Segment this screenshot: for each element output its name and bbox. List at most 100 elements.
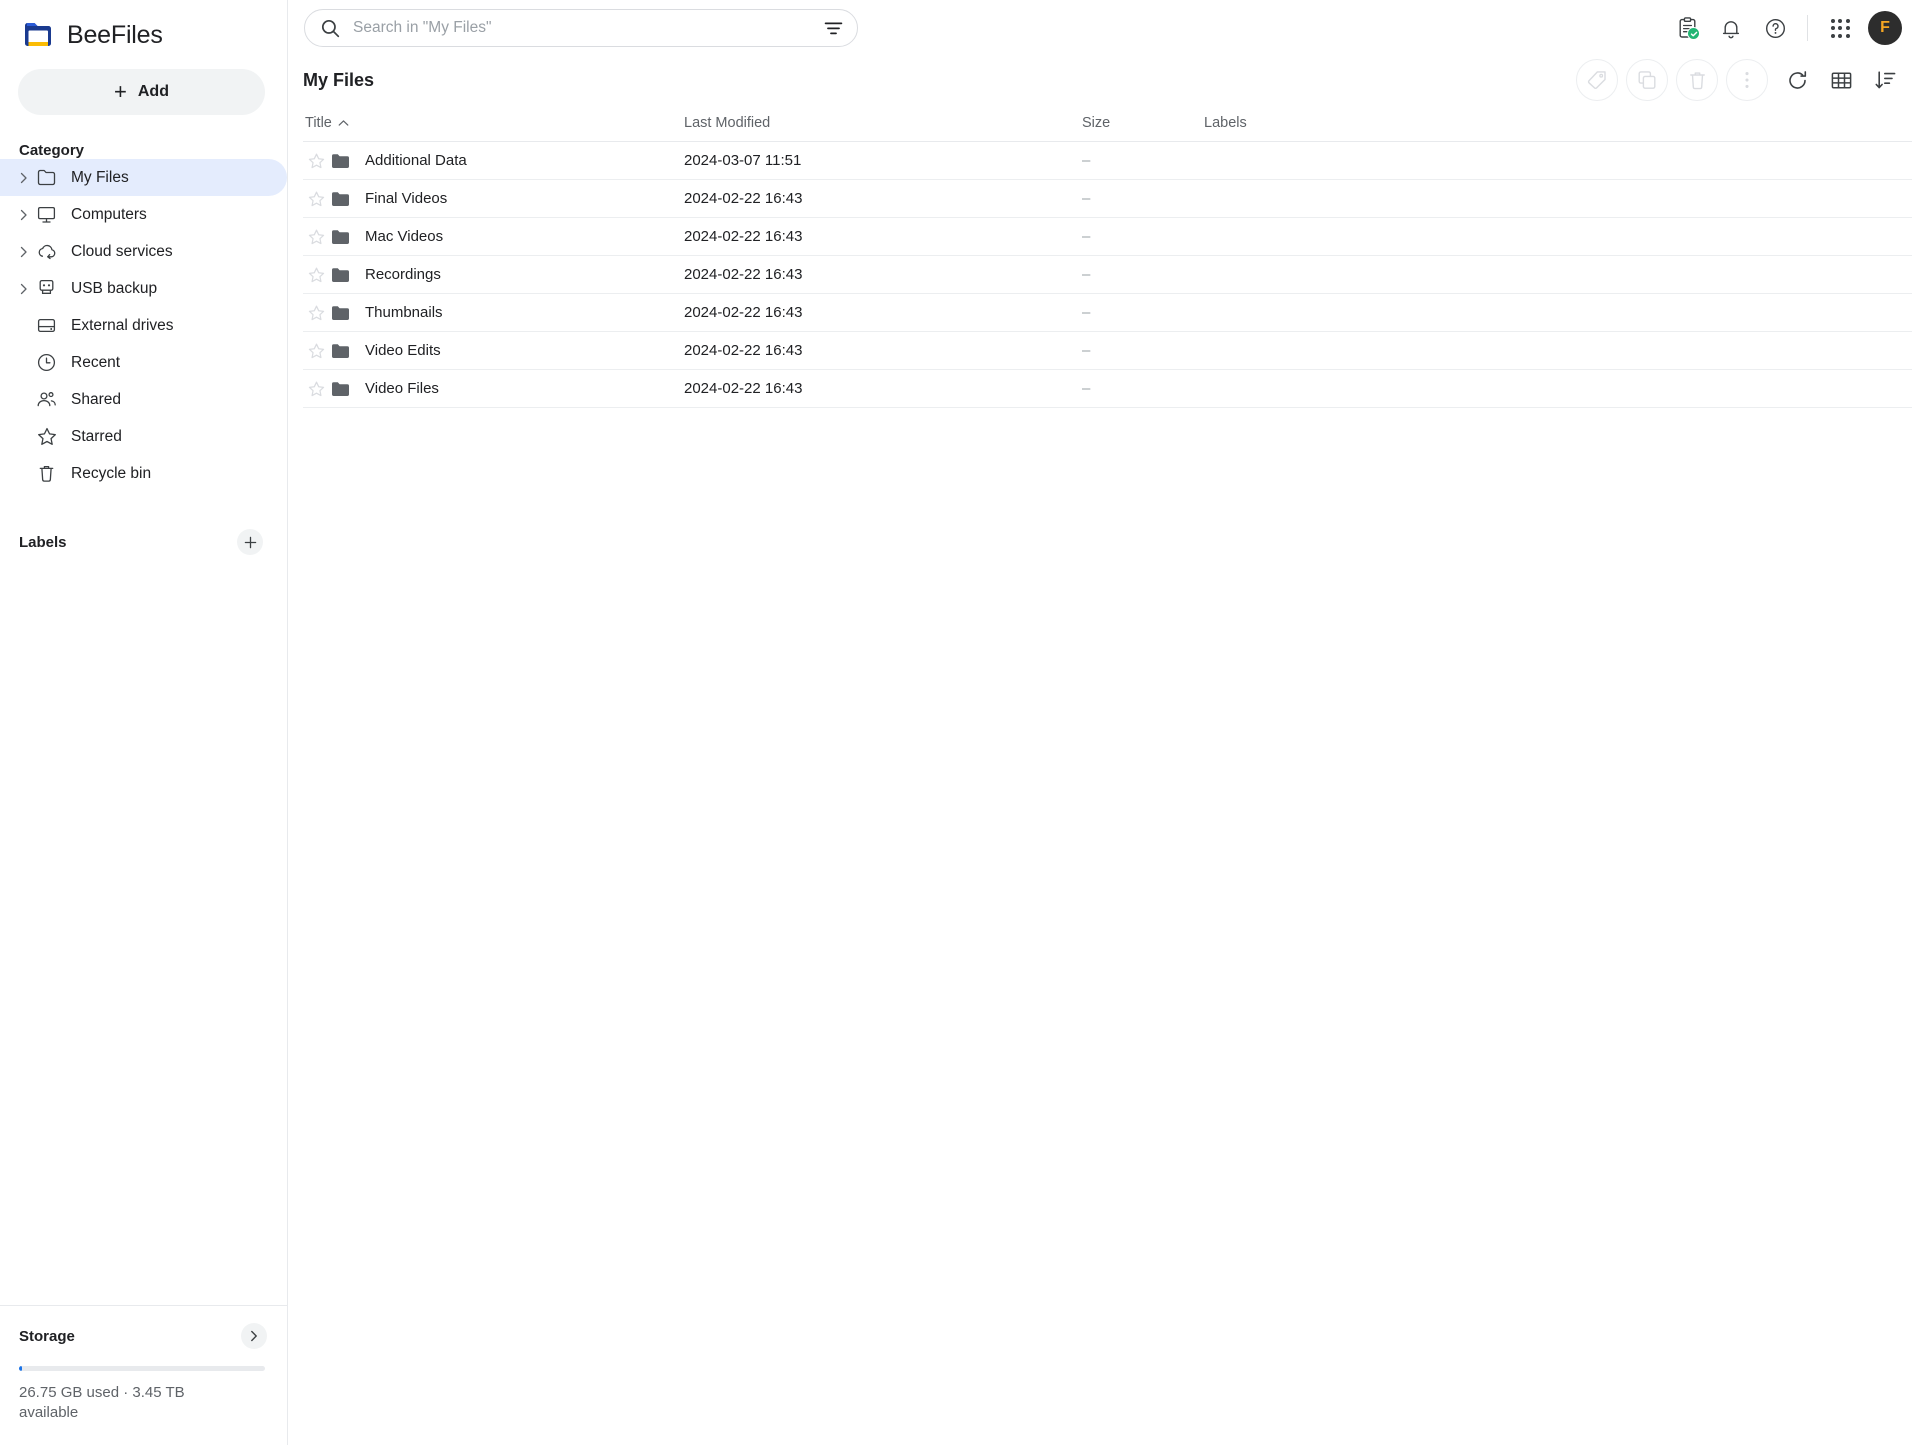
- cloud-sync-icon: [34, 243, 59, 260]
- column-header-title[interactable]: Title: [303, 115, 684, 131]
- column-header-label: Size: [1082, 114, 1111, 131]
- labels-heading: Labels: [19, 533, 67, 551]
- sidebar-item-starred[interactable]: Starred: [0, 418, 287, 455]
- table-row[interactable]: Video Files 2024-02-22 16:43 –: [303, 370, 1912, 408]
- chevron-up-icon: [338, 115, 349, 131]
- chevron-right-icon[interactable]: [14, 283, 34, 295]
- file-name: Final Videos: [365, 190, 448, 207]
- sidebar-item-recent[interactable]: Recent: [0, 344, 287, 381]
- page-toolbar: [1576, 59, 1906, 101]
- sidebar-item-usb-backup[interactable]: USB backup: [0, 270, 287, 307]
- toolbar-divider: [1807, 15, 1808, 41]
- sidebar-item-label: External drives: [71, 316, 174, 334]
- sidebar-nav: My Files Computers Cloud services USB ba…: [0, 159, 287, 492]
- top-bar: F: [288, 0, 1920, 56]
- clock-icon: [34, 353, 59, 372]
- folder-logo-icon: [22, 20, 54, 50]
- sidebar-item-shared[interactable]: Shared: [0, 381, 287, 418]
- avatar[interactable]: F: [1868, 11, 1902, 45]
- file-table: Title Last Modified Size Labels Addition…: [288, 104, 1920, 408]
- star-outline-icon[interactable]: [303, 305, 329, 321]
- table-row[interactable]: Additional Data 2024-03-07 11:51 –: [303, 142, 1912, 180]
- sidebar-item-my-files[interactable]: My Files: [0, 159, 287, 196]
- more-vertical-icon: [1726, 59, 1768, 101]
- table-row[interactable]: Video Edits 2024-02-22 16:43 –: [303, 332, 1912, 370]
- folder-filled-icon: [331, 305, 355, 321]
- tag-icon: [1576, 59, 1618, 101]
- people-icon: [34, 391, 59, 408]
- sidebar-item-label: Computers: [71, 205, 147, 223]
- trash-icon: [34, 464, 59, 483]
- folder-filled-icon: [331, 381, 355, 397]
- sidebar-item-computers[interactable]: Computers: [0, 196, 287, 233]
- sidebar-item-label: Shared: [71, 390, 121, 408]
- file-name: Recordings: [365, 266, 441, 283]
- search-bar[interactable]: [304, 9, 858, 47]
- filter-icon[interactable]: [824, 21, 843, 36]
- sidebar-item-label: Cloud services: [71, 242, 173, 260]
- activity-icon[interactable]: [1665, 6, 1709, 50]
- apps-grid-icon[interactable]: [1818, 6, 1862, 50]
- sidebar-item-label: Recycle bin: [71, 464, 152, 482]
- computer-icon: [34, 206, 59, 224]
- chevron-right-icon[interactable]: [241, 1323, 267, 1350]
- storage-progress-bar: [19, 1366, 265, 1372]
- storage-heading: Storage: [19, 1327, 75, 1345]
- labels-section-header: Labels: [0, 525, 287, 559]
- file-size: –: [1082, 380, 1091, 397]
- file-modified: 2024-02-22 16:43: [684, 342, 803, 359]
- search-input[interactable]: [353, 19, 824, 37]
- file-modified: 2024-02-22 16:43: [684, 304, 803, 321]
- star-outline-icon[interactable]: [303, 267, 329, 283]
- column-header-label: Title: [305, 114, 332, 131]
- chevron-right-icon[interactable]: [14, 209, 34, 221]
- avatar-initial: F: [1880, 19, 1890, 36]
- help-icon[interactable]: [1753, 6, 1797, 50]
- star-outline-icon[interactable]: [303, 229, 329, 245]
- file-name: Mac Videos: [365, 228, 444, 245]
- sidebar-item-cloud-services[interactable]: Cloud services: [0, 233, 287, 270]
- chevron-right-icon[interactable]: [14, 172, 34, 184]
- sidebar: BeeFiles + Add Category My Files Compute…: [0, 0, 288, 1445]
- sort-icon[interactable]: [1864, 59, 1906, 101]
- grid-view-icon[interactable]: [1820, 59, 1862, 101]
- add-label-button[interactable]: [237, 529, 263, 555]
- sidebar-item-external-drives[interactable]: External drives: [0, 307, 287, 344]
- file-size: –: [1082, 152, 1091, 169]
- table-row[interactable]: Mac Videos 2024-02-22 16:43 –: [303, 218, 1912, 256]
- table-row[interactable]: Recordings 2024-02-22 16:43 –: [303, 256, 1912, 294]
- column-header-labels[interactable]: Labels: [1204, 115, 1912, 131]
- star-outline-icon[interactable]: [303, 191, 329, 207]
- file-size: –: [1082, 228, 1091, 245]
- table-header-row: Title Last Modified Size Labels: [303, 104, 1912, 142]
- main-content: F My Files: [288, 0, 1920, 1445]
- star-outline-icon[interactable]: [303, 153, 329, 169]
- file-size: –: [1082, 190, 1091, 207]
- table-row[interactable]: Final Videos 2024-02-22 16:43 –: [303, 180, 1912, 218]
- chevron-right-icon[interactable]: [14, 246, 34, 258]
- column-header-size[interactable]: Size: [1082, 115, 1204, 131]
- sidebar-item-recycle-bin[interactable]: Recycle bin: [0, 455, 287, 492]
- file-size: –: [1082, 266, 1091, 283]
- file-modified: 2024-02-22 16:43: [684, 228, 803, 245]
- app-root: BeeFiles + Add Category My Files Compute…: [0, 0, 1920, 1445]
- table-row[interactable]: Thumbnails 2024-02-22 16:43 –: [303, 294, 1912, 332]
- star-icon: [34, 427, 59, 446]
- star-outline-icon[interactable]: [303, 381, 329, 397]
- refresh-icon[interactable]: [1776, 59, 1818, 101]
- brand[interactable]: BeeFiles: [0, 0, 287, 56]
- file-name: Video Edits: [365, 342, 441, 359]
- page-title: My Files: [303, 69, 375, 90]
- table-body: Additional Data 2024-03-07 11:51 – Final…: [303, 142, 1912, 408]
- folder-filled-icon: [331, 153, 355, 169]
- add-button[interactable]: + Add: [18, 69, 265, 115]
- copy-icon: [1626, 59, 1668, 101]
- notifications-icon[interactable]: [1709, 6, 1753, 50]
- column-header-last-modified[interactable]: Last Modified: [684, 115, 1082, 131]
- category-heading: Category: [19, 142, 85, 159]
- column-header-label: Last Modified: [684, 114, 771, 131]
- file-modified: 2024-03-07 11:51: [684, 152, 802, 169]
- hard-drive-icon: [34, 317, 59, 334]
- add-button-label: Add: [137, 83, 169, 100]
- star-outline-icon[interactable]: [303, 343, 329, 359]
